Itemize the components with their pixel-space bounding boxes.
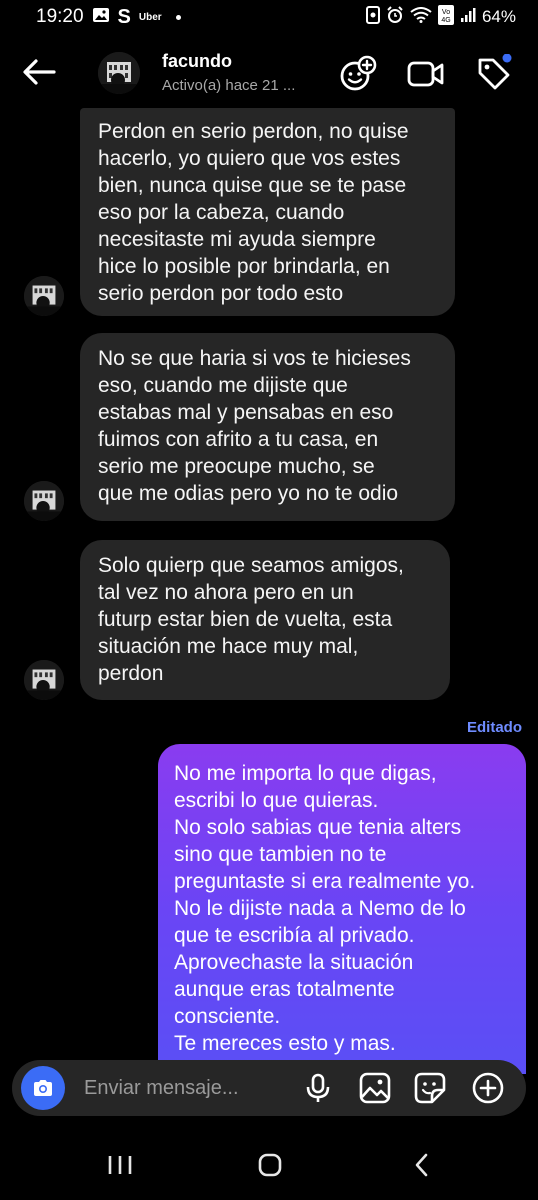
message-input[interactable] <box>84 1074 284 1102</box>
back-button[interactable] <box>20 56 60 88</box>
more-notifications-dot <box>175 14 181 20</box>
sticker-add-button[interactable] <box>338 54 378 94</box>
message-line: Perdon en serio perdon, no quise <box>98 120 409 143</box>
tag-icon <box>478 53 512 90</box>
message-line: aunque eras totalmente <box>174 978 395 1001</box>
message-line: tal vez no ahora pero en un <box>98 581 354 604</box>
status-time: 19:20 <box>36 6 84 27</box>
s-notification-icon: S <box>117 5 131 28</box>
camera-button[interactable] <box>21 1066 65 1110</box>
message-line: No se que haria si vos te hicieses <box>98 347 411 370</box>
svg-text:4G: 4G <box>441 17 450 24</box>
message-line: No le dijiste nada a Nemo de lo <box>174 897 466 920</box>
sender-avatar[interactable] <box>24 660 64 700</box>
message-line: necesitaste mi ayuda siempre <box>98 228 376 251</box>
message-line: Aprovechaste la situación <box>174 951 414 974</box>
message-line: futurp estar bien de vuelta, esta <box>98 608 393 631</box>
chat-header: facundo Activo(a) hace 21 ... <box>0 36 538 108</box>
message-line: serio me preocupe mucho, se <box>98 455 375 478</box>
gallery-icon <box>359 1072 391 1104</box>
sender-avatar[interactable] <box>24 481 64 521</box>
microphone-button[interactable] <box>300 1070 336 1106</box>
wifi-icon <box>410 6 432 28</box>
message-line: eso por la cabeza, cuando <box>98 201 345 224</box>
message-line: Te mereces esto y mas. <box>174 1032 396 1055</box>
add-button[interactable] <box>470 1070 506 1106</box>
sticker-button[interactable] <box>412 1070 448 1106</box>
system-back-button[interactable] <box>402 1150 442 1180</box>
message-line: No me importa lo que digas, <box>174 762 437 785</box>
message-line: sino que tambien no te <box>174 843 387 866</box>
camera-icon <box>34 1080 52 1096</box>
active-status: Activo(a) hace 21 ... <box>162 77 296 94</box>
video-call-button[interactable] <box>406 54 446 94</box>
sticker-add-icon <box>340 55 377 91</box>
tag-button[interactable] <box>474 53 514 94</box>
message-line: preguntaste si era realmente yo. <box>174 870 476 893</box>
microphone-icon <box>306 1073 330 1102</box>
message-line: hacerlo, yo quiero que vos estes <box>98 147 401 170</box>
system-nav-bar <box>0 1130 538 1200</box>
message-line: estabas mal y pensabas en eso <box>98 401 394 424</box>
recent-apps-icon <box>108 1156 132 1174</box>
video-call-icon <box>407 61 444 87</box>
chevron-left-icon <box>415 1153 428 1177</box>
signal-icon <box>460 7 476 28</box>
message-line: Solo quierp que seamos amigos, <box>98 554 404 577</box>
message-line: fuimos con afrito a tu casa, en <box>98 428 379 451</box>
message-line: No solo sabias que tenia alters <box>174 816 462 839</box>
message-line: eso, cuando me dijiste que <box>98 374 348 397</box>
message-bubble-outgoing[interactable]: No me importa lo que digas, escribi lo q… <box>158 744 526 1074</box>
back-arrow-icon <box>23 59 56 85</box>
message-bubble-incoming[interactable]: Perdon en serio perdon, no quise hacerlo… <box>80 108 455 316</box>
message-line: que me odias pero yo no te odio <box>98 482 399 505</box>
svg-text:Vo: Vo <box>442 9 450 16</box>
message-composer <box>12 1060 526 1116</box>
alarm-icon <box>386 5 404 29</box>
message-line: que te escribía al privado. <box>174 924 415 947</box>
sender-avatar[interactable] <box>24 276 64 316</box>
recent-apps-button[interactable] <box>100 1150 140 1180</box>
message-line: situación me hace muy mal, <box>98 635 359 658</box>
battery-percent: 64% <box>481 7 516 26</box>
home-button[interactable] <box>250 1150 290 1180</box>
plus-icon <box>472 1072 504 1104</box>
uber-notification-icon: Uber <box>138 11 162 23</box>
message-line: perdon <box>98 662 164 685</box>
message-line: hice lo posible por brindarla, en <box>98 255 390 278</box>
message-line: consciente. <box>174 1005 281 1028</box>
sticker-icon <box>414 1072 446 1104</box>
home-icon <box>258 1153 282 1177</box>
contact-name[interactable]: facundo <box>162 51 232 72</box>
message-line: serio perdon por todo esto <box>98 282 344 305</box>
gallery-button[interactable] <box>357 1070 393 1106</box>
message-line: bien, nunca quise que se te pase <box>98 174 407 197</box>
nfc-icon <box>365 5 380 29</box>
message-bubble-incoming[interactable]: Solo quierp que seamos amigos, tal vez n… <box>80 540 450 700</box>
volte-icon: Vo 4G <box>437 4 454 30</box>
gallery-notification-icon <box>92 7 110 28</box>
status-bar: 19:20 S Uber Vo 4G 64% <box>0 0 538 34</box>
edited-label: Editado <box>467 719 522 736</box>
message-bubble-incoming[interactable]: No se que haria si vos te hicieses eso, … <box>80 333 455 521</box>
avatar[interactable] <box>98 52 140 94</box>
message-line: escribi lo que quieras. <box>174 789 379 812</box>
